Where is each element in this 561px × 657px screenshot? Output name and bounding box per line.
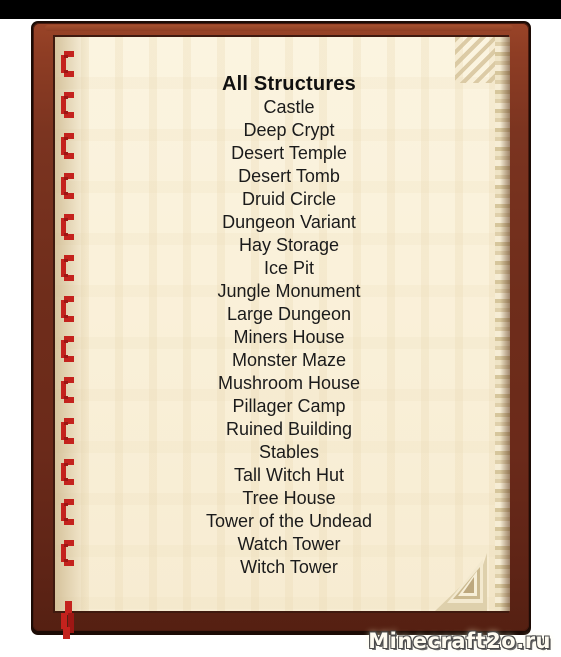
book-page: All Structures Castle Deep Crypt Desert …: [55, 37, 495, 611]
list-item[interactable]: Desert Tomb: [89, 165, 489, 188]
structure-list: Castle Deep Crypt Desert Temple Desert T…: [89, 96, 489, 579]
binding-ring: [61, 336, 74, 363]
list-item[interactable]: Jungle Monument: [89, 280, 489, 303]
binding-ring: [61, 91, 74, 118]
cover-top-highlight: [45, 25, 513, 31]
list-item[interactable]: Tall Witch Hut: [89, 464, 489, 487]
list-item[interactable]: Miners House: [89, 326, 489, 349]
binding-ring: [61, 173, 74, 200]
binding-ring: [61, 458, 74, 485]
binding-ring: [61, 214, 74, 241]
list-item[interactable]: Mushroom House: [89, 372, 489, 395]
binding-ring: [61, 254, 74, 281]
list-item[interactable]: Dungeon Variant: [89, 211, 489, 234]
list-item[interactable]: Ice Pit: [89, 257, 489, 280]
list-item[interactable]: Desert Temple: [89, 142, 489, 165]
binding-rings: [57, 37, 81, 611]
binding-ring: [61, 295, 74, 322]
binding-ring: [61, 417, 74, 444]
list-item[interactable]: Large Dungeon: [89, 303, 489, 326]
binding-ring-last: [61, 601, 76, 641]
binding-ring: [61, 51, 74, 77]
list-item[interactable]: Ruined Building: [89, 418, 489, 441]
binding-ring: [61, 540, 74, 567]
binding-ring: [61, 132, 74, 159]
list-item[interactable]: Tree House: [89, 487, 489, 510]
binding-ring: [61, 377, 74, 404]
list-item[interactable]: Stables: [89, 441, 489, 464]
page-content: All Structures Castle Deep Crypt Desert …: [89, 73, 489, 579]
page-stack-shadow: [500, 37, 510, 611]
list-item[interactable]: Witch Tower: [89, 556, 489, 579]
list-item[interactable]: Tower of the Undead: [89, 510, 489, 533]
list-item[interactable]: Hay Storage: [89, 234, 489, 257]
list-item[interactable]: Monster Maze: [89, 349, 489, 372]
binding-ring: [61, 499, 74, 526]
list-item[interactable]: Druid Circle: [89, 188, 489, 211]
structures-book: All Structures Castle Deep Crypt Desert …: [31, 21, 531, 639]
site-watermark: Minecraft2o.ru: [368, 629, 551, 653]
top-letterbox-bar: [0, 0, 561, 19]
list-item[interactable]: Castle: [89, 96, 489, 119]
page-title: All Structures: [222, 73, 356, 95]
list-item[interactable]: Deep Crypt: [89, 119, 489, 142]
list-item[interactable]: Watch Tower: [89, 533, 489, 556]
list-item[interactable]: Pillager Camp: [89, 395, 489, 418]
